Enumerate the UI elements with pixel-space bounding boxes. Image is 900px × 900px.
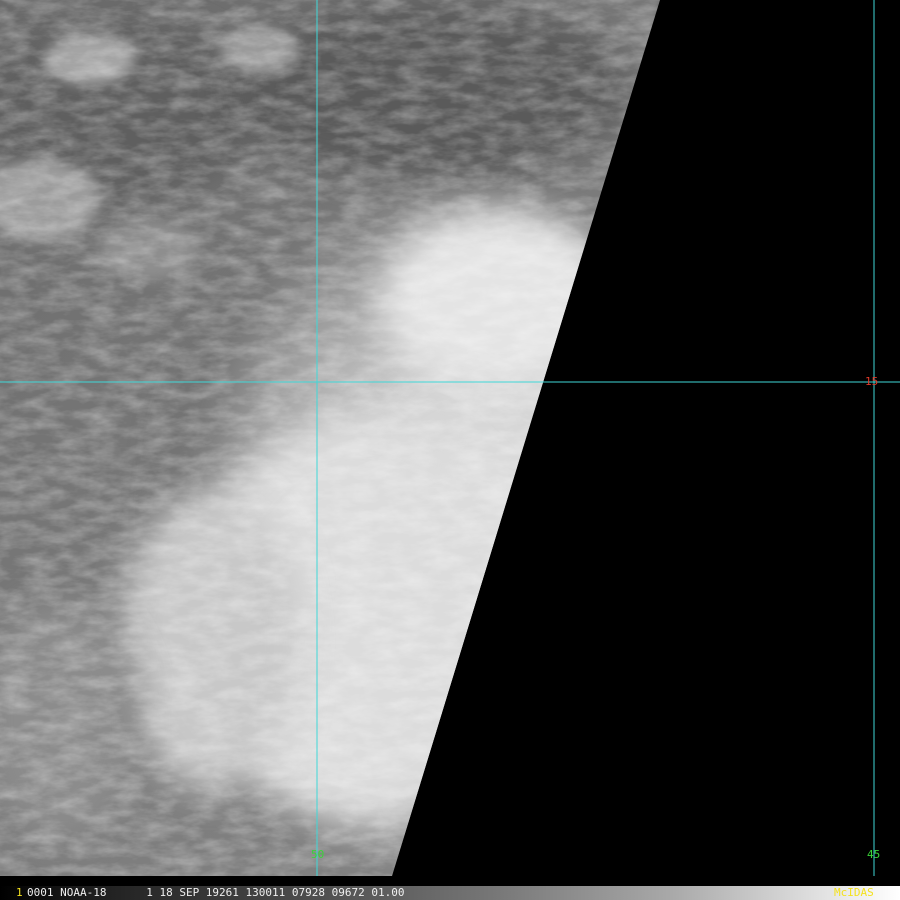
status-bar: 1 0001 NOAA-18 1 18 SEP 19261 130011 079…: [0, 886, 900, 900]
frame-number: 1: [16, 886, 23, 899]
longitude-label-50: 50: [311, 848, 325, 861]
mcidas-brand-label: McIDAS: [834, 886, 874, 899]
image-metadata-text: 0001 NOAA-18 1 18 SEP 19261 130011 07928…: [27, 886, 405, 899]
satellite-image: [0, 0, 900, 900]
longitude-label-45: 45: [867, 848, 881, 861]
latitude-label-15: 15: [865, 375, 879, 388]
